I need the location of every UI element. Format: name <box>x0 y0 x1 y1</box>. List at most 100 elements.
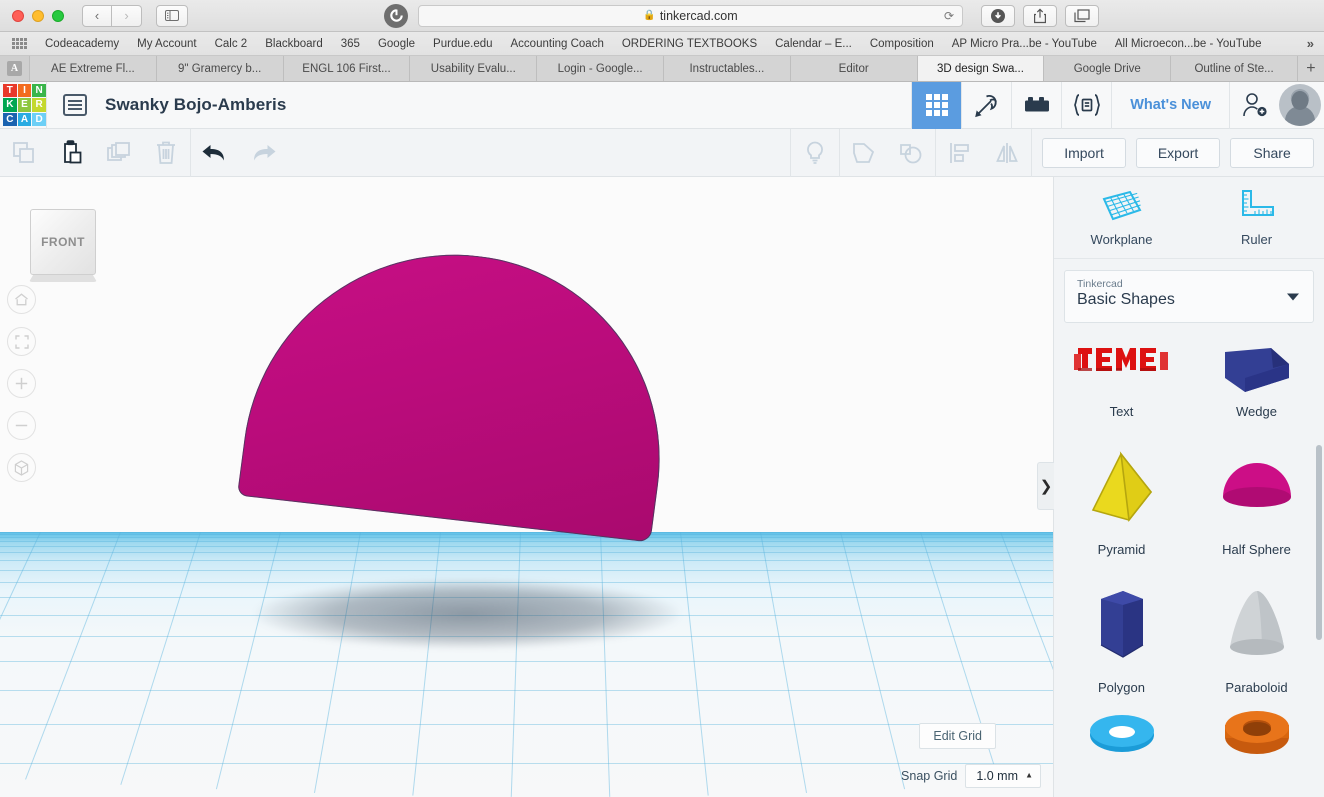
collapse-panel-button[interactable]: ❯ <box>1037 462 1054 510</box>
logo-tile: T <box>3 84 17 98</box>
sidebar-tools: Workplane Ruler <box>1054 177 1324 259</box>
new-tab-button[interactable]: + <box>1297 56 1324 81</box>
library-owner-label: Tinkercad <box>1077 278 1123 290</box>
apps-grid-icon[interactable] <box>12 37 27 50</box>
tab-ae-extreme[interactable]: AE Extreme Fl... <box>30 56 157 81</box>
snap-grid-control: Snap Grid 1.0 mm ▲ <box>901 764 1041 788</box>
shape-item-tube[interactable]: Tube <box>1189 701 1324 771</box>
sidebar-toggle-icon[interactable] <box>156 4 188 27</box>
add-person-icon[interactable] <box>1229 81 1279 129</box>
shape-item-text[interactable]: Text <box>1054 333 1189 425</box>
sidebar-scrollbar[interactable] <box>1316 445 1322 640</box>
logo-tile: C <box>3 112 17 126</box>
tab-3d-design-active[interactable]: 3D design Swa... <box>917 56 1045 81</box>
bookmark-item[interactable]: Calendar – E... <box>766 38 861 50</box>
address-bar[interactable]: 🔒 tinkercad.com ⟳ <box>418 4 963 27</box>
wedge-shape-icon <box>1224 348 1289 392</box>
shape-label: Half Sphere <box>1222 542 1291 557</box>
3d-design-icon[interactable] <box>911 81 962 129</box>
mirror-button[interactable] <box>984 129 1032 177</box>
shape-item-wedge[interactable]: Wedge <box>1189 333 1324 425</box>
fit-to-view-button[interactable] <box>7 327 36 356</box>
close-window-button[interactable] <box>12 9 24 22</box>
paste-button[interactable] <box>48 129 96 177</box>
bookmarks-overflow-button[interactable]: » <box>1307 36 1324 51</box>
reload-icon[interactable]: ⟳ <box>944 9 954 23</box>
navigation-buttons: ‹ › <box>82 4 142 27</box>
bookmark-item[interactable]: All Microecon...be - YouTube <box>1106 38 1271 50</box>
bookmark-item[interactable]: My Account <box>128 38 205 50</box>
delete-button[interactable] <box>143 129 191 177</box>
tab-outline-of-ste[interactable]: Outline of Ste... <box>1171 56 1298 81</box>
zoom-out-button[interactable] <box>7 411 36 440</box>
copy-button[interactable] <box>0 129 48 177</box>
maximize-window-button[interactable] <box>52 9 64 22</box>
whats-new-link[interactable]: What's New <box>1111 81 1229 129</box>
tab-usability-eval[interactable]: Usability Evalu... <box>410 56 538 81</box>
lego-brick-icon[interactable] <box>1011 81 1061 129</box>
half-sphere-object[interactable] <box>237 233 685 543</box>
shape-item-paraboloid[interactable]: Paraboloid <box>1189 563 1324 701</box>
tab-favicon: A <box>0 56 30 81</box>
import-button[interactable]: Import <box>1042 137 1127 168</box>
ungroup-button[interactable] <box>887 129 935 177</box>
home-view-button[interactable] <box>7 285 36 314</box>
redo-button[interactable] <box>239 129 287 177</box>
forward-button[interactable]: › <box>112 4 142 27</box>
bookmark-item[interactable]: 365 <box>332 38 369 50</box>
workplane-tool[interactable]: Workplane <box>1054 177 1189 258</box>
page-reload-icon[interactable] <box>384 3 408 28</box>
bookmark-item[interactable]: Composition <box>861 38 943 50</box>
ruler-tool[interactable]: Ruler <box>1189 177 1324 258</box>
shape-item-polygon[interactable]: Polygon <box>1054 563 1189 701</box>
pyramid-shape-icon <box>1091 451 1152 523</box>
codeblocks-icon[interactable] <box>1061 81 1111 129</box>
snap-grid-select[interactable]: 1.0 mm ▲ <box>965 764 1041 788</box>
tab-editor[interactable]: Editor <box>790 56 918 81</box>
bookmark-item[interactable]: Google <box>369 38 424 50</box>
tab-instructables[interactable]: Instructables... <box>663 56 791 81</box>
edit-grid-button[interactable]: Edit Grid <box>919 723 996 749</box>
tab-google-drive[interactable]: Google Drive <box>1044 56 1172 81</box>
back-button[interactable]: ‹ <box>82 4 112 27</box>
bookmark-item[interactable]: Calc 2 <box>206 38 257 50</box>
view-cube[interactable]: FRONT <box>30 209 96 275</box>
bookmark-item[interactable]: Accounting Coach <box>502 38 613 50</box>
edit-toolbar: Import Export Share <box>0 128 1324 177</box>
tab-engl-106[interactable]: ENGL 106 First... <box>283 56 411 81</box>
align-button[interactable] <box>936 129 984 177</box>
undo-button[interactable] <box>191 129 239 177</box>
download-icon[interactable] <box>981 4 1015 27</box>
shape-library-selector[interactable]: Tinkercad Basic Shapes <box>1064 270 1314 323</box>
zoom-in-button[interactable] <box>7 369 36 398</box>
tab-login-google[interactable]: Login - Google... <box>537 56 664 81</box>
list-menu-icon[interactable] <box>63 94 87 116</box>
logo-tile: D <box>32 112 46 126</box>
share-button[interactable]: Share <box>1230 137 1315 168</box>
bookmark-item[interactable]: AP Micro Pra...be - YouTube <box>943 38 1106 50</box>
snap-grid-value: 1.0 mm <box>976 769 1018 783</box>
tab-gramercy[interactable]: 9" Gramercy b... <box>156 56 284 81</box>
show-tabs-icon[interactable] <box>1065 4 1099 27</box>
tinkercad-logo[interactable]: T I N K E R C A D <box>3 84 46 126</box>
shape-label: Wedge <box>1236 404 1277 419</box>
export-button[interactable]: Export <box>1136 137 1221 168</box>
shape-item-torus[interactable]: Torus <box>1054 701 1189 771</box>
bookmark-item[interactable]: ORDERING TEXTBOOKS <box>613 38 766 50</box>
bookmark-item[interactable]: Codeacademy <box>36 38 128 50</box>
user-avatar[interactable] <box>1279 82 1324 129</box>
minecraft-pickaxe-icon[interactable] <box>961 81 1011 129</box>
perspective-toggle-button[interactable] <box>7 453 36 482</box>
ruler-tool-label: Ruler <box>1240 232 1273 247</box>
share-icon[interactable] <box>1023 4 1057 27</box>
hint-lightbulb-button[interactable] <box>791 129 839 177</box>
bookmark-item[interactable]: Purdue.edu <box>424 38 501 50</box>
shape-item-half-sphere[interactable]: Half Sphere <box>1189 425 1324 563</box>
duplicate-button[interactable] <box>95 129 143 177</box>
3d-viewport[interactable]: FRONT Edit Grid Snap Grid 1.0 mm ▲ <box>0 177 1053 797</box>
bookmark-item[interactable]: Blackboard <box>256 38 332 50</box>
minimize-window-button[interactable] <box>32 9 44 22</box>
shape-label: Text <box>1109 404 1134 419</box>
shape-item-pyramid[interactable]: Pyramid <box>1054 425 1189 563</box>
group-button[interactable] <box>840 129 888 177</box>
